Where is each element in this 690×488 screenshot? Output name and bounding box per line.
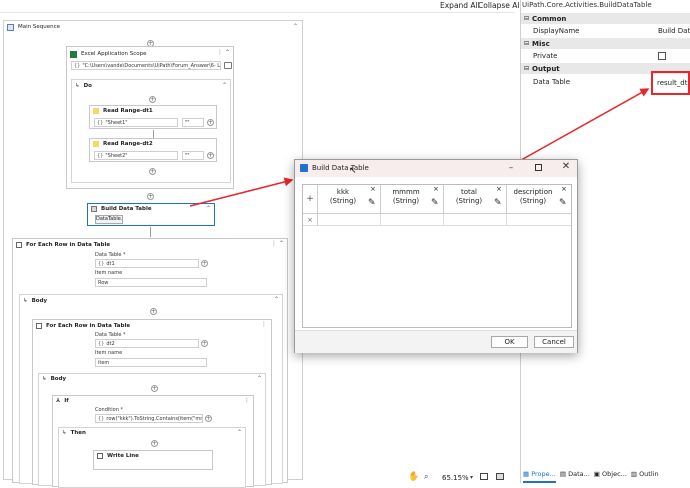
grid-cell[interactable]: [381, 214, 444, 226]
remove-column-icon[interactable]: ×: [433, 185, 439, 193]
arrow-to-dialog: [189, 177, 294, 207]
delete-row-icon[interactable]: ×: [303, 214, 318, 226]
app-icon: [300, 164, 308, 172]
edit-column-icon[interactable]: ✎: [494, 198, 502, 208]
remove-column-icon[interactable]: ×: [370, 185, 376, 193]
cancel-button[interactable]: Cancel: [534, 336, 574, 348]
dialog-title: Build Data Table: [312, 164, 369, 172]
column-type: (String): [392, 197, 420, 205]
column-header-description[interactable]: description (String) × ✎: [507, 185, 571, 214]
column-type: (String): [519, 197, 547, 205]
column-name: kkk: [336, 188, 350, 196]
mouse-cursor: ↖: [349, 166, 357, 176]
edit-column-icon[interactable]: ✎: [368, 198, 376, 208]
build-data-table-dialog: Build Data Table – ✕ + kkk (String) × ✎ …: [294, 159, 578, 353]
grid-cell[interactable]: [507, 214, 571, 226]
remove-column-icon[interactable]: ×: [561, 185, 567, 193]
grid-cell[interactable]: [318, 214, 381, 226]
minimize-button[interactable]: –: [504, 163, 518, 173]
edit-column-icon[interactable]: ✎: [559, 198, 567, 208]
column-header-total[interactable]: total (String) × ✎: [444, 185, 507, 214]
remove-column-icon[interactable]: ×: [496, 185, 502, 193]
add-column-button[interactable]: +: [303, 185, 318, 214]
column-header-mmmm[interactable]: mmmm (String) × ✎: [381, 185, 444, 214]
column-name: description: [513, 188, 553, 196]
column-name: mmmm: [392, 188, 420, 196]
ok-button[interactable]: OK: [491, 336, 528, 348]
column-header-kkk[interactable]: kkk (String) × ✎: [318, 185, 381, 214]
data-grid[interactable]: + kkk (String) × ✎ mmmm (String) × ✎ tot…: [302, 184, 572, 328]
grid-cell[interactable]: [444, 214, 507, 226]
close-button[interactable]: ✕: [560, 161, 572, 173]
column-type: (String): [455, 197, 483, 205]
maximize-button[interactable]: [535, 164, 542, 171]
column-type: (String): [329, 197, 357, 205]
column-name: total: [460, 188, 477, 196]
arrow-to-output: [513, 88, 650, 165]
edit-column-icon[interactable]: ✎: [431, 198, 439, 208]
